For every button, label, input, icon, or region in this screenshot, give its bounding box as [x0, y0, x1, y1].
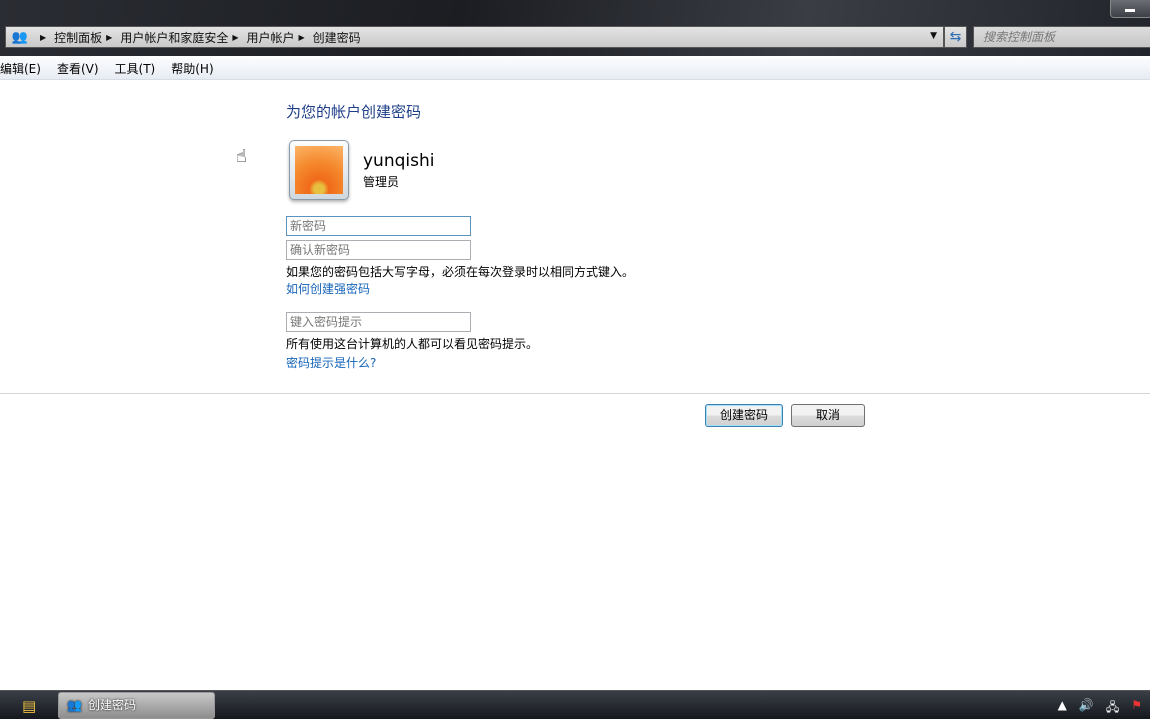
breadcrumb-user-accounts[interactable]: 用户帐户 — [247, 29, 295, 46]
password-hint-input[interactable]: 键入密码提示 — [286, 312, 471, 332]
user-name: yunqishi — [363, 151, 435, 171]
breadcrumb-arrow-icon[interactable]: ▶ — [299, 33, 305, 42]
new-password-input[interactable]: 新密码 — [286, 216, 471, 236]
breadcrumb-arrow-icon[interactable]: ▶ — [232, 33, 238, 42]
volume-icon[interactable]: 🔊 — [1079, 698, 1094, 719]
page-title: 为您的帐户创建密码 — [286, 103, 422, 121]
breadcrumb-control-panel[interactable]: 控制面板 — [54, 29, 102, 46]
menu-help[interactable]: 帮助(H) — [171, 60, 213, 77]
control-panel-icon: 👥 — [67, 698, 82, 712]
minimize-button[interactable] — [1110, 0, 1150, 18]
show-hidden-icons-icon[interactable]: ▲ — [1058, 698, 1067, 719]
case-note: 如果您的密码包括大写字母，必须在每次登录时以相同方式键入。 — [286, 265, 635, 279]
strong-password-link[interactable]: 如何创建强密码 — [286, 280, 370, 297]
create-password-button[interactable]: 创建密码 — [705, 404, 783, 427]
cancel-button[interactable]: 取消 — [791, 404, 865, 427]
taskbar: ▤ 👥 创建密码 ▲ 🔊 🖧 ⚑ — [0, 690, 1150, 719]
divider — [0, 393, 1150, 394]
system-tray: ▲ 🔊 🖧 ⚑ — [1058, 698, 1142, 719]
user-role: 管理员 — [363, 175, 400, 189]
breadcrumb-arrow-icon[interactable]: ▶ — [40, 33, 46, 42]
hint-note: 所有使用这台计算机的人都可以看见密码提示。 — [286, 337, 539, 351]
taskbar-task-create-password[interactable]: 👥 创建密码 — [58, 692, 215, 719]
breadcrumb-user-accounts-family[interactable]: 用户帐户和家庭安全 — [120, 29, 228, 46]
explorer-icon[interactable]: ▤ — [22, 697, 36, 715]
control-panel-icon: 👥 — [11, 29, 29, 45]
chevron-down-icon[interactable]: ▼ — [930, 31, 937, 41]
password-hint-link[interactable]: 密码提示是什么? — [286, 354, 376, 371]
network-icon[interactable]: 🖧 — [1106, 698, 1119, 719]
menu-tools[interactable]: 工具(T) — [115, 60, 156, 77]
avatar — [289, 140, 349, 200]
confirm-password-input[interactable]: 确认新密码 — [286, 240, 471, 260]
refresh-button[interactable]: ⇆ — [944, 26, 967, 48]
hand-cursor-icon: ☝ — [236, 146, 247, 167]
breadcrumb-create-password[interactable]: 创建密码 — [313, 29, 361, 46]
menu-edit[interactable]: 编辑(E) — [0, 60, 41, 77]
address-bar[interactable]: 👥 ▶ 控制面板 ▶ 用户帐户和家庭安全 ▶ 用户帐户 ▶ 创建密码 ▼ — [5, 26, 944, 48]
action-center-flag-icon[interactable]: ⚑ — [1131, 698, 1142, 719]
menu-bar: 编辑(E) 查看(V) 工具(T) 帮助(H) — [0, 58, 1150, 80]
search-input[interactable]: 搜索控制面板 — [973, 26, 1150, 48]
task-label: 创建密码 — [87, 698, 136, 712]
breadcrumb-arrow-icon[interactable]: ▶ — [106, 33, 112, 42]
menu-view[interactable]: 查看(V) — [57, 60, 99, 77]
